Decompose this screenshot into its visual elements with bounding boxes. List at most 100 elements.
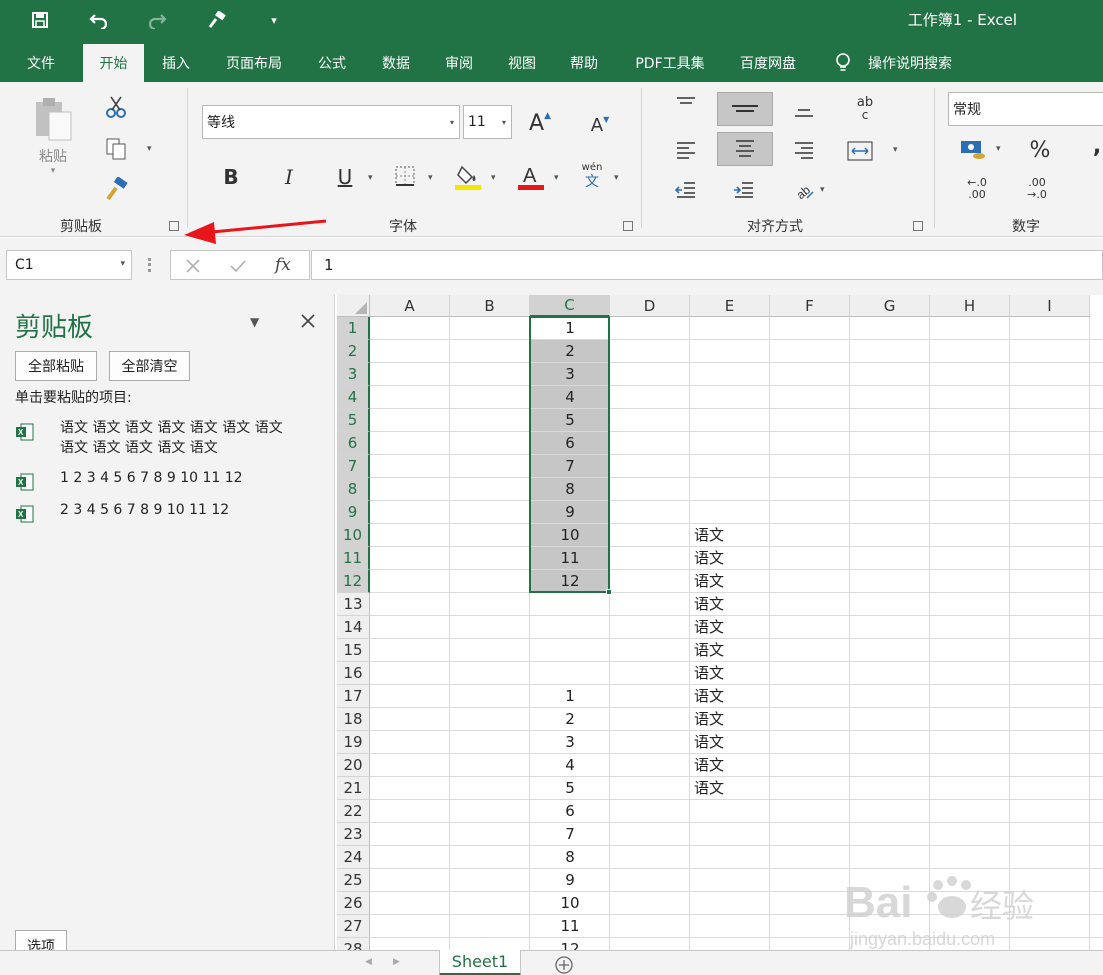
cell-e[interactable]: 语文 — [694, 754, 770, 777]
formula-input[interactable]: 1 — [311, 250, 1103, 280]
column-header-d[interactable]: D — [610, 295, 690, 317]
redo-icon[interactable] — [145, 8, 169, 32]
tab-page-layout[interactable]: 页面布局 — [214, 44, 294, 82]
tab-review[interactable]: 审阅 — [433, 44, 485, 82]
fill-handle[interactable] — [606, 589, 612, 595]
format-painter-quick-icon[interactable] — [205, 8, 229, 32]
paste-all-button[interactable]: 全部粘贴 — [15, 351, 97, 381]
align-top-icon[interactable] — [672, 92, 700, 114]
close-pane-icon[interactable] — [300, 313, 316, 329]
row-header[interactable]: 8 — [337, 478, 370, 501]
cell-e[interactable]: 语文 — [694, 731, 770, 754]
row-header[interactable]: 1 — [337, 317, 370, 340]
fill-color-dropdown-icon[interactable]: ▾ — [491, 173, 496, 183]
alignment-dialog-launcher[interactable] — [913, 221, 923, 231]
clipboard-item[interactable]: X 2 3 4 5 6 7 8 9 10 11 12 — [15, 500, 315, 524]
cell-c[interactable]: 1 — [530, 685, 610, 708]
merge-center-icon[interactable] — [845, 138, 875, 164]
column-header-h[interactable]: H — [930, 295, 1010, 317]
cell-e[interactable]: 语文 — [694, 639, 770, 662]
align-middle-button[interactable] — [717, 92, 773, 126]
tab-insert[interactable]: 插入 — [150, 44, 202, 82]
tab-pdf-tools[interactable]: PDF工具集 — [624, 44, 716, 82]
row-header[interactable]: 26 — [337, 892, 370, 915]
cell-c[interactable]: 8 — [530, 846, 610, 869]
undo-icon[interactable] — [87, 8, 111, 32]
merge-dropdown-icon[interactable]: ▾ — [893, 145, 898, 155]
row-header[interactable]: 19 — [337, 731, 370, 754]
increase-decimal-button[interactable]: ←.0 .00 — [960, 176, 994, 202]
cell-c[interactable]: 12 — [530, 938, 610, 950]
enter-icon[interactable] — [229, 258, 247, 274]
tab-view[interactable]: 视图 — [496, 44, 548, 82]
add-sheet-icon[interactable] — [554, 955, 574, 975]
percent-button[interactable]: % — [1024, 136, 1056, 164]
row-header[interactable]: 16 — [337, 662, 370, 685]
cell-e[interactable]: 语文 — [694, 524, 770, 547]
insert-function-button[interactable]: fx — [275, 255, 291, 275]
cell-e[interactable]: 语文 — [694, 708, 770, 731]
increase-indent-icon[interactable] — [730, 178, 758, 202]
align-center-button[interactable] — [717, 132, 773, 166]
font-dialog-launcher[interactable] — [623, 221, 633, 231]
underline-button[interactable]: U — [330, 162, 360, 192]
copy-icon[interactable] — [102, 136, 130, 162]
row-header[interactable]: 27 — [337, 915, 370, 938]
sheet-tab[interactable]: Sheet1 — [439, 950, 521, 975]
cut-icon[interactable] — [102, 94, 130, 120]
clipboard-item[interactable]: X 语文 语文 语文 语文 语文 语文 语文 语文 语文 语文 语文 语文 — [15, 418, 315, 462]
cell-c[interactable]: 6 — [530, 800, 610, 823]
comma-button[interactable]: , — [1090, 132, 1103, 160]
lightbulb-icon[interactable] — [828, 44, 858, 82]
borders-icon[interactable] — [394, 165, 416, 187]
row-header[interactable]: 6 — [337, 432, 370, 455]
decrease-decimal-button[interactable]: .00 →.0 — [1020, 176, 1054, 202]
cell-c[interactable]: 11 — [530, 915, 610, 938]
cell-e[interactable]: 语文 — [694, 662, 770, 685]
borders-dropdown-icon[interactable]: ▾ — [428, 173, 433, 183]
fill-color-icon[interactable] — [453, 162, 483, 192]
cell-c[interactable]: 5 — [530, 777, 610, 800]
orientation-dropdown-icon[interactable]: ▾ — [820, 185, 825, 195]
name-box[interactable]: C1 ▾ — [6, 250, 132, 280]
tab-baidu-netdisk[interactable]: 百度网盘 — [728, 44, 808, 82]
row-header[interactable]: 20 — [337, 754, 370, 777]
align-bottom-icon[interactable] — [790, 100, 818, 122]
clipboard-item[interactable]: X 1 2 3 4 5 6 7 8 9 10 11 12 — [15, 468, 315, 492]
row-header[interactable]: 2 — [337, 340, 370, 363]
column-header-f[interactable]: F — [770, 295, 850, 317]
bold-button[interactable]: B — [216, 162, 246, 192]
accounting-dropdown-icon[interactable]: ▾ — [996, 144, 1001, 154]
row-header[interactable]: 24 — [337, 846, 370, 869]
font-size-select[interactable]: 11 ▾ — [463, 105, 512, 139]
tab-formulas[interactable]: 公式 — [306, 44, 358, 82]
format-painter-icon[interactable] — [102, 176, 132, 202]
row-header[interactable]: 14 — [337, 616, 370, 639]
name-box-dropdown-icon[interactable]: ▾ — [120, 259, 125, 269]
row-header[interactable]: 17 — [337, 685, 370, 708]
row-header[interactable]: 5 — [337, 409, 370, 432]
pane-options-dropdown-icon[interactable]: ▼ — [250, 315, 259, 329]
column-header-b[interactable]: B — [450, 295, 530, 317]
tab-file[interactable]: 文件 — [14, 44, 68, 82]
number-format-select[interactable]: 常规 — [948, 92, 1103, 126]
column-header-c[interactable]: C — [530, 295, 610, 317]
column-header-e[interactable]: E — [690, 295, 770, 317]
accounting-format-icon[interactable] — [958, 136, 988, 162]
row-header[interactable]: 23 — [337, 823, 370, 846]
italic-button[interactable]: I — [274, 162, 304, 192]
cell-e[interactable]: 语文 — [694, 685, 770, 708]
font-color-icon[interactable]: A — [516, 162, 546, 192]
row-header[interactable]: 3 — [337, 363, 370, 386]
phonetic-dropdown-icon[interactable]: ▾ — [614, 173, 619, 183]
font-color-dropdown-icon[interactable]: ▾ — [554, 173, 559, 183]
scroll-right-icon[interactable]: ▶ — [393, 957, 400, 967]
select-all-corner[interactable] — [337, 295, 370, 317]
font-name-select[interactable]: 等线 ▾ — [202, 105, 460, 139]
cell-c[interactable]: 3 — [530, 731, 610, 754]
grow-font-button[interactable]: A ▲ — [526, 108, 554, 138]
row-header[interactable]: 4 — [337, 386, 370, 409]
orientation-icon[interactable]: ab — [790, 178, 818, 202]
underline-dropdown-icon[interactable]: ▾ — [368, 173, 373, 183]
cell-c[interactable]: 7 — [530, 823, 610, 846]
